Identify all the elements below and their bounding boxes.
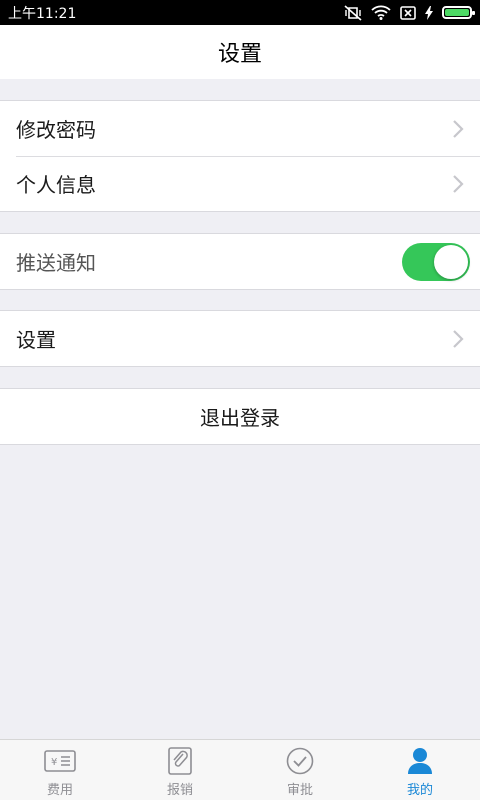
chevron-right-icon: [453, 119, 464, 138]
logout-button[interactable]: 退出登录: [0, 389, 480, 444]
personal-info-row[interactable]: 个人信息: [0, 156, 480, 211]
push-notification-row: 推送通知: [0, 234, 480, 289]
tab-expense[interactable]: ¥ 费用: [0, 740, 120, 800]
tab-label-reimburse: 报销: [166, 783, 193, 798]
notification-group: 推送通知: [0, 233, 480, 290]
tab-label-mine: 我的: [406, 783, 433, 798]
person-icon: [404, 747, 436, 775]
logout-label: 退出登录: [200, 406, 280, 430]
battery-icon: [442, 6, 475, 19]
tab-label-approve: 审批: [286, 783, 313, 798]
change-password-label: 修改密码: [16, 118, 96, 142]
expense-icon: ¥: [44, 747, 76, 775]
nav-bar: 设置: [0, 25, 480, 79]
tab-reimburse[interactable]: 报销: [120, 740, 240, 800]
toggle-knob: [434, 244, 468, 279]
settings-group: 设置: [0, 310, 480, 367]
mute-vibrate-icon: [344, 4, 362, 21]
tab-approve[interactable]: 审批: [240, 740, 360, 800]
push-notification-toggle[interactable]: [402, 242, 470, 281]
settings-row[interactable]: 设置: [0, 311, 480, 366]
tab-mine[interactable]: 我的: [360, 740, 480, 800]
status-icons: [344, 4, 475, 21]
no-sim-icon: [400, 5, 416, 20]
reimburse-icon: [164, 747, 196, 775]
charging-icon: [425, 5, 433, 20]
change-password-row[interactable]: 修改密码: [0, 101, 480, 156]
wifi-icon: [371, 5, 391, 20]
battery-fill: [445, 9, 469, 16]
chevron-right-icon: [453, 174, 464, 193]
logout-group: 退出登录: [0, 388, 480, 445]
push-notification-label: 推送通知: [16, 251, 96, 275]
personal-info-label: 个人信息: [16, 173, 96, 197]
account-group: 修改密码 个人信息: [0, 100, 480, 212]
tab-label-expense: 费用: [46, 783, 73, 798]
status-bar: 上午11:21: [0, 0, 480, 25]
chevron-right-icon: [453, 329, 464, 348]
svg-text:¥: ¥: [51, 757, 57, 768]
settings-label: 设置: [16, 328, 56, 352]
page-title: 设置: [217, 42, 262, 67]
approve-icon: [284, 747, 316, 775]
tab-bar: ¥ 费用 报销 审批 我的: [0, 739, 480, 800]
status-time: 上午11:21: [8, 5, 77, 22]
